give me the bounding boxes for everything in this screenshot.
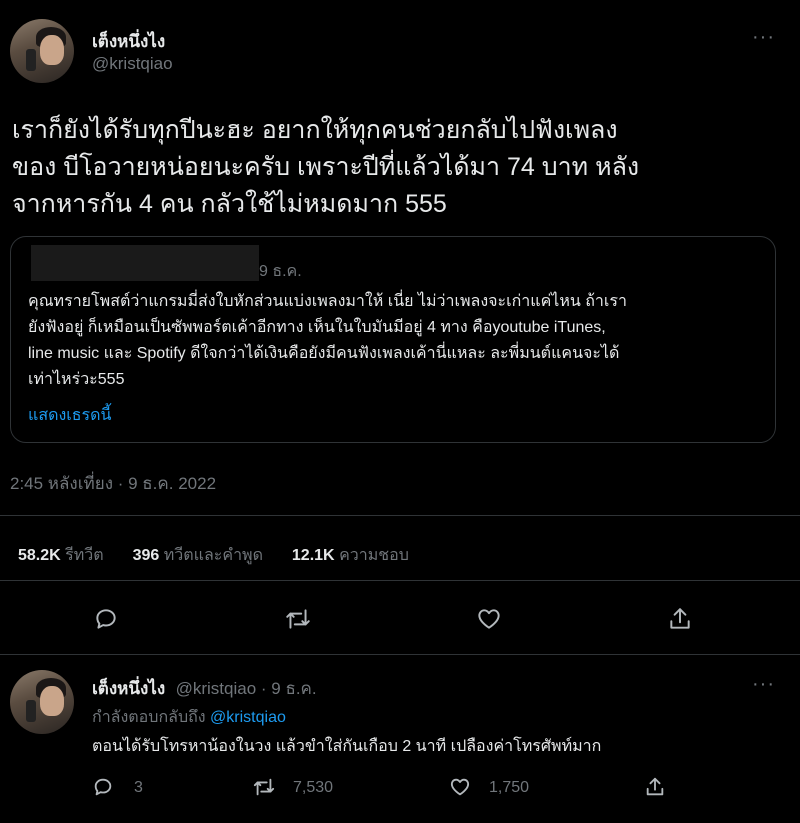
avatar-face — [40, 35, 64, 65]
show-thread-link[interactable]: แสดงเธรดนี้ — [28, 403, 111, 428]
tweet-text-line: ของ บีโอวายหน่อยนะครับ เพราะปีที่แล้วได้… — [12, 153, 640, 181]
author-handle[interactable]: @kristqiao — [92, 54, 173, 74]
retweets-count: 58.2K — [18, 547, 61, 564]
reply-author-name[interactable]: เต็งหนึ่งไง — [92, 679, 165, 698]
author-name[interactable]: เต็งหนึ่งไง — [92, 28, 165, 55]
reply-retweet-icon[interactable] — [252, 776, 276, 798]
reply-text: ตอนได้รับโทรหาน้องในวง แล้วขำใส่กันเกือบ… — [92, 738, 602, 755]
quotes-count: 396 — [132, 547, 160, 564]
reply-header: เต็งหนึ่งไง @kristqiao · 9 ธ.ค. — [92, 675, 317, 702]
retweets-label: รีทวีต — [65, 547, 104, 564]
tweet-text-line: เราก็ยังได้รับทุกปีนะฮะ อยากให้ทุกคนช่วย… — [12, 116, 618, 144]
stats-row: 58.2K รีทวีต 396 ทวีตและคำพูด 12.1K ความ… — [18, 543, 409, 568]
quoted-text-line: ยังฟังอยู่ ก็เหมือนเป็นซัพพอร์ตเค้าอีกทา… — [28, 319, 606, 336]
share-icon[interactable] — [667, 606, 693, 632]
quoted-tweet-date: 9 ธ.ค. — [259, 263, 302, 280]
replying-to-handle[interactable]: @kristqiao — [210, 709, 286, 726]
reply-reply-count: 3 — [134, 779, 143, 796]
reply-share-icon[interactable] — [644, 776, 666, 798]
reply-more-options-icon[interactable]: ··· — [752, 673, 775, 696]
reply-heart-icon[interactable] — [449, 776, 471, 798]
avatar-phone — [26, 700, 36, 722]
quoted-text-line: คุณทรายโพสต์ว่าแกรมมี่ส่งใบหักส่วนแบ่งเพ… — [28, 293, 627, 310]
retweet-icon[interactable] — [284, 606, 312, 632]
quoted-tweet[interactable]: 9 ธ.ค. คุณทรายโพสต์ว่าแกรมมี่ส่งใบหักส่ว… — [10, 236, 776, 443]
avatar-face — [40, 686, 64, 716]
reply-author-avatar[interactable] — [10, 670, 74, 734]
quoted-author-redacted — [31, 245, 259, 281]
more-options-icon[interactable]: ··· — [752, 26, 775, 49]
tweet-timestamp[interactable]: 2:45 หลังเที่ยง · 9 ธ.ค. 2022 — [10, 470, 216, 497]
reply-retweet-count: 7,530 — [293, 779, 334, 796]
quoted-tweet-text: คุณทรายโพสต์ว่าแกรมมี่ส่งใบหักส่วนแบ่งเพ… — [28, 289, 768, 393]
tweet-text: เราก็ยังได้รับทุกปีนะฮะ อยากให้ทุกคนช่วย… — [12, 112, 782, 223]
reply-icon[interactable] — [93, 606, 119, 632]
likes-count: 12.1K — [291, 547, 335, 564]
avatar-phone — [26, 49, 36, 71]
divider — [0, 654, 800, 655]
replying-to-label: กำลังตอบกลับถึง — [92, 709, 206, 726]
divider — [0, 515, 800, 516]
heart-icon[interactable] — [476, 606, 502, 632]
replying-to: กำลังตอบกลับถึง @kristqiao — [92, 705, 286, 730]
reply-reply-icon[interactable] — [92, 776, 114, 798]
quoted-text-line: เท่าไหร่วะ555 — [28, 371, 125, 388]
quotes-stat[interactable]: 396 ทวีตและคำพูด — [133, 547, 263, 564]
retweets-stat[interactable]: 58.2K รีทวีต — [18, 547, 104, 564]
reply-like-count: 1,750 — [489, 779, 530, 796]
reply-author-meta[interactable]: @kristqiao · 9 ธ.ค. — [176, 679, 317, 698]
author-avatar[interactable] — [10, 19, 74, 83]
divider — [0, 580, 800, 581]
quotes-label: ทวีตและคำพูด — [163, 547, 263, 564]
likes-label: ความชอบ — [339, 547, 409, 564]
quoted-text-line: line music และ Spotify ดีใจกว่าได้เงินคื… — [28, 345, 620, 362]
tweet-text-line: จากหารกัน 4 คน กลัวใช้ไม่หมดมาก 555 — [12, 190, 447, 218]
likes-stat[interactable]: 12.1K ความชอบ — [292, 547, 409, 564]
